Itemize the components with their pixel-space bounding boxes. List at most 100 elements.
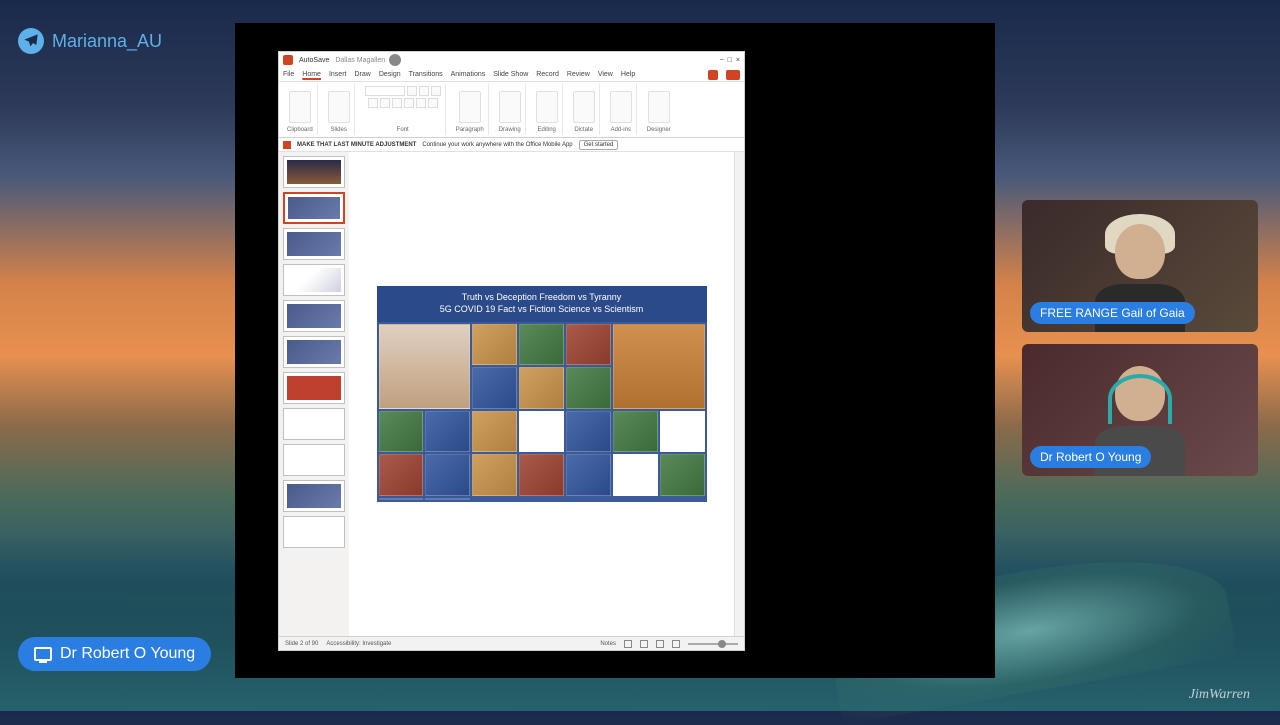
group-paragraph: Paragraph [452,84,489,135]
slide-image [519,324,564,366]
reading-view-icon[interactable] [656,640,664,648]
group-editing: Editing [532,84,563,135]
designer-button[interactable] [648,91,670,123]
slide-image [379,411,424,453]
thumb-1[interactable] [283,156,345,188]
ribbon: Clipboard Slides [279,82,744,138]
thumb-11[interactable] [283,516,345,548]
powerpoint-window: AutoSave Dallas Magallen − □ × File Home… [278,51,745,651]
bold-button[interactable] [368,98,378,108]
slide-image [379,324,471,409]
slide-image [566,411,611,453]
info-banner: MAKE THAT LAST MINUTE ADJUSTMENT Continu… [279,138,744,152]
slide-counter: Slide 2 of 90 [285,641,318,647]
participant-tile[interactable]: FREE RANGE Gail of Gaia [1022,200,1258,332]
thumb-10[interactable] [283,480,345,512]
tab-transitions[interactable]: Transitions [409,71,443,78]
share-button[interactable] [726,70,740,80]
font-family-input[interactable] [365,86,405,96]
addins-button[interactable] [610,91,632,123]
thumb-8[interactable] [283,408,345,440]
tab-view[interactable]: View [598,71,613,78]
presenter-label: Dr Robert O Young [18,637,211,671]
highlight-button[interactable] [428,98,438,108]
telegram-icon [18,28,44,54]
tab-help[interactable]: Help [621,71,635,78]
slide-canvas[interactable]: Truth vs Deception Freedom vs Tyranny 5G… [349,152,734,636]
slideshow-view-icon[interactable] [672,640,680,648]
paragraph-button[interactable] [459,91,481,123]
maximize-icon[interactable]: □ [728,57,732,64]
watermark-text: Marianna_AU [52,31,162,52]
participant-tiles: FREE RANGE Gail of Gaia Dr Robert O Youn… [1022,200,1258,476]
banner-button[interactable]: Get started [579,140,619,150]
drawing-button[interactable] [499,91,521,123]
autosave-label: AutoSave [299,57,329,64]
group-label: Slides [331,127,347,133]
editor-area: Truth vs Deception Freedom vs Tyranny 5G… [279,152,744,636]
info-icon [283,141,291,149]
minimize-icon[interactable]: − [720,57,724,64]
tab-file[interactable]: File [283,71,294,78]
group-addins: Add-ins [606,84,637,135]
sorter-view-icon[interactable] [640,640,648,648]
font-size-input[interactable] [407,86,417,96]
slide-image [425,411,470,453]
slide-title-line2: 5G COVID 19 Fact vs Fiction Science vs S… [381,304,703,316]
slide-image [379,498,424,500]
screenshare-area: AutoSave Dallas Magallen − □ × File Home… [235,23,995,678]
tab-record[interactable]: Record [536,71,559,78]
shrink-font-button[interactable] [431,86,441,96]
slide-image [379,454,424,496]
grow-font-button[interactable] [419,86,429,96]
tab-insert[interactable]: Insert [329,71,347,78]
group-label: Designer [647,127,671,133]
slide-image [613,411,658,453]
zoom-slider[interactable] [688,643,738,645]
tab-animations[interactable]: Animations [451,71,486,78]
thumb-5[interactable] [283,300,345,332]
thumb-6[interactable] [283,336,345,368]
new-slide-button[interactable] [328,91,350,123]
tab-home[interactable]: Home [302,71,321,78]
editing-button[interactable] [536,91,558,123]
vertical-scrollbar[interactable] [734,152,744,636]
slide-image [566,454,611,496]
slide-content[interactable]: Truth vs Deception Freedom vs Tyranny 5G… [377,286,707,501]
strike-button[interactable] [404,98,414,108]
slide-body [377,322,707,502]
thumb-7[interactable] [283,372,345,404]
slide-image [613,324,705,409]
underline-button[interactable] [392,98,402,108]
slide-image [660,411,705,453]
notes-button[interactable]: Notes [600,641,616,647]
group-slides: Slides [324,84,355,135]
participant-name-tag: Dr Robert O Young [1030,446,1151,468]
thumb-3[interactable] [283,228,345,260]
slide-image [566,367,611,409]
accessibility-status[interactable]: Accessibility: Investigate [326,641,391,647]
tab-design[interactable]: Design [379,71,401,78]
slide-image [613,454,658,496]
close-icon[interactable]: × [736,57,740,64]
participant-tile[interactable]: Dr Robert O Young [1022,344,1258,476]
thumb-4[interactable] [283,264,345,296]
slide-image [425,498,470,500]
group-label: Font [397,127,409,133]
slide-image [425,454,470,496]
artist-signature: JimWarren [1189,687,1250,703]
record-button[interactable] [708,70,718,80]
tab-draw[interactable]: Draw [354,71,370,78]
paste-button[interactable] [289,91,311,123]
user-avatar-icon [389,54,401,66]
thumb-9[interactable] [283,444,345,476]
italic-button[interactable] [380,98,390,108]
tab-review[interactable]: Review [567,71,590,78]
tab-slideshow[interactable]: Slide Show [493,71,528,78]
thumb-2[interactable] [283,192,345,224]
normal-view-icon[interactable] [624,640,632,648]
slide-thumbnails[interactable] [279,152,349,636]
font-color-button[interactable] [416,98,426,108]
group-label: Add-ins [611,127,631,133]
dictate-button[interactable] [573,91,595,123]
